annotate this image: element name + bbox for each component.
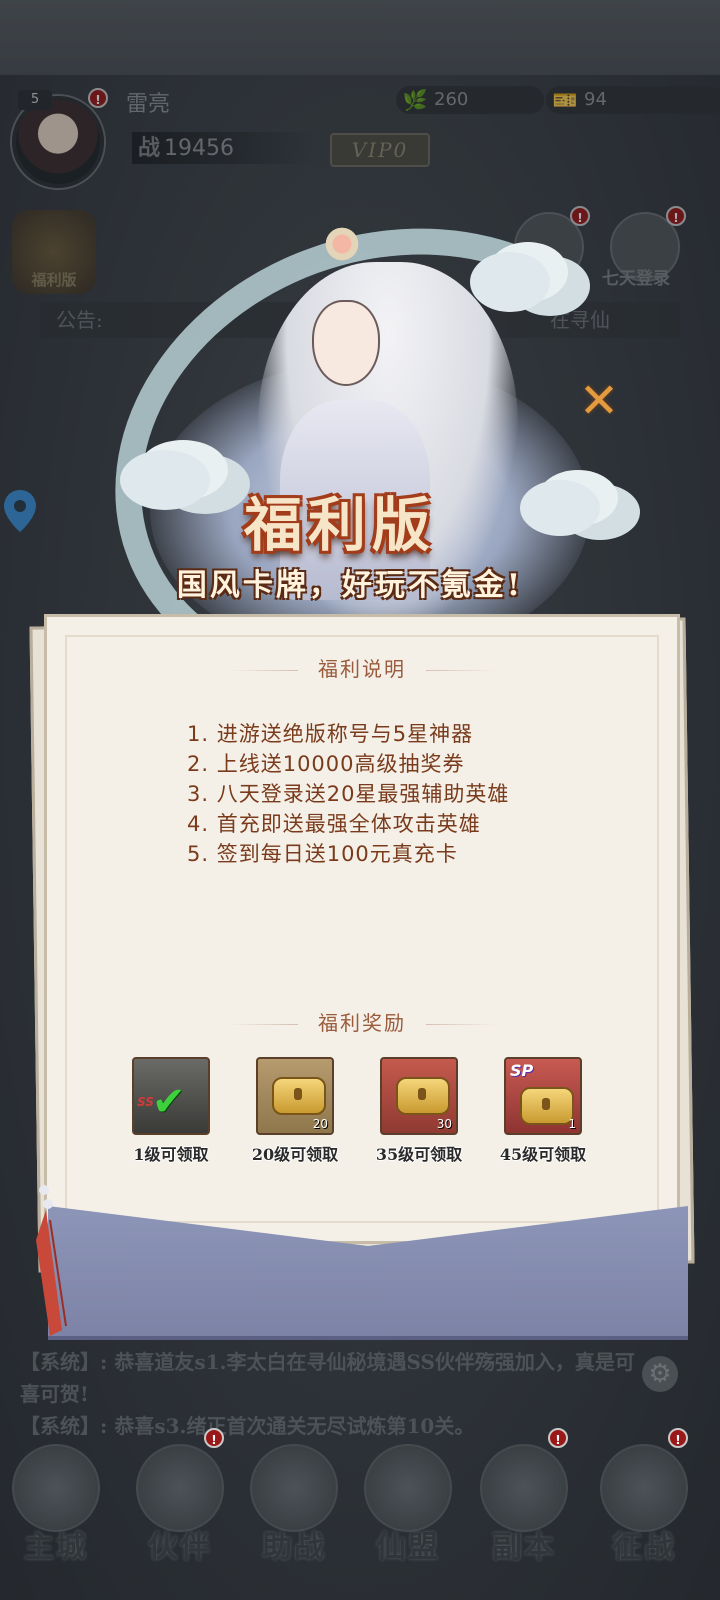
reward-box: 20 <box>256 1057 334 1135</box>
dungeon-icon <box>480 1444 568 1532</box>
reward-item-2[interactable]: 20 20级可领取 <box>235 1057 355 1165</box>
popup-subtitle: 国风卡牌，好玩不氪金! <box>176 568 524 603</box>
reward-count: 1 <box>568 1117 576 1131</box>
cloud-art-top <box>470 252 550 312</box>
reward-rank-tag: SP <box>510 1061 534 1080</box>
partners-alert-icon: ! <box>204 1428 224 1448</box>
cloud-art-left <box>120 450 210 510</box>
partners-icon <box>136 1444 224 1532</box>
gold-lock-icon <box>396 1077 450 1115</box>
campaign-alert-icon: ! <box>668 1428 688 1448</box>
campaign-icon <box>600 1444 688 1532</box>
nav-partners[interactable]: 伙伴 <box>126 1444 234 1574</box>
claimed-check-icon: ✔ <box>152 1079 186 1125</box>
character-hairpin-art <box>322 226 362 262</box>
reward-box: 30 <box>380 1057 458 1135</box>
character-face-art <box>312 300 380 386</box>
gold-lock-icon <box>272 1077 326 1115</box>
benefit-item: 5. 签到每日送100元真充卡 <box>187 842 458 866</box>
tassel-icon <box>36 1185 67 1336</box>
close-icon[interactable]: ✕ <box>574 376 624 426</box>
nav-label: 仙盟 <box>376 1530 440 1565</box>
nav-label: 征战 <box>612 1530 676 1565</box>
nav-label: 主城 <box>24 1530 88 1565</box>
main-city-icon <box>12 1444 100 1532</box>
reward-count: 30 <box>436 1117 452 1131</box>
benefit-item: 2. 上线送10000高级抽奖券 <box>187 752 465 776</box>
benefit-item: 4. 首充即送最强全体攻击英雄 <box>187 812 481 836</box>
popup-title: 福利版 <box>243 491 436 559</box>
rewards-title-text: 福利奖励 <box>318 1011 406 1035</box>
nav-label: 助战 <box>262 1530 326 1565</box>
system-chat: 【系统】: 恭喜道友s1.李太白在寻仙秘境遇SS伙伴殇强加入，真是可喜可贺! 【… <box>20 1346 640 1442</box>
welfare-panel: 福利说明 1. 进游送绝版称号与5星神器 2. 上线送10000高级抽奖券 3.… <box>44 614 680 1244</box>
reward-item-3[interactable]: 30 35级可领取 <box>359 1057 479 1165</box>
nav-label: 伙伴 <box>148 1530 212 1565</box>
nav-alliance[interactable]: 仙盟 <box>354 1444 462 1574</box>
reward-box: SP 1 <box>504 1057 582 1135</box>
gear-icon[interactable]: ⚙ <box>642 1356 678 1392</box>
description-title: 福利说明 <box>47 653 677 682</box>
nav-dungeon[interactable]: 副本 <box>470 1444 578 1574</box>
assist-icon <box>250 1444 338 1532</box>
reward-count: 20 <box>312 1117 328 1131</box>
reward-hero-card: SS ✔ <box>132 1057 210 1135</box>
reward-label: 35级可领取 <box>375 1145 463 1164</box>
reward-label: 20级可领取 <box>251 1145 339 1164</box>
chat-line: 【系统】: 恭喜道友s1.李太白在寻仙秘境遇SS伙伴殇强加入，真是可喜可贺! <box>20 1350 635 1406</box>
nav-main-city[interactable]: 主城 <box>2 1444 110 1574</box>
rewards-title: 福利奖励 <box>47 1007 677 1036</box>
chat-line: 【系统】: 恭喜s3.绪正首次通关无尽试炼第10关。 <box>20 1414 475 1438</box>
description-title-text: 福利说明 <box>318 657 406 681</box>
reward-item-4[interactable]: SP 1 45级可领取 <box>483 1057 603 1165</box>
benefit-list: 1. 进游送绝版称号与5星神器 2. 上线送10000高级抽奖券 3. 八天登录… <box>187 719 509 869</box>
nav-label: 副本 <box>492 1530 556 1565</box>
nav-campaign[interactable]: 征战 <box>590 1444 698 1574</box>
gold-lock-icon <box>520 1087 574 1125</box>
benefit-item: 1. 进游送绝版称号与5星神器 <box>187 722 474 746</box>
reward-label: 1级可领取 <box>133 1145 209 1164</box>
alliance-icon <box>364 1444 452 1532</box>
cloud-art-right <box>520 480 600 536</box>
reward-label: 45级可领取 <box>499 1145 587 1164</box>
dungeon-alert-icon: ! <box>548 1428 568 1448</box>
benefit-item: 3. 八天登录送20星最强辅助英雄 <box>187 782 510 806</box>
nav-assist[interactable]: 助战 <box>240 1444 348 1574</box>
reward-item-1[interactable]: SS ✔ 1级可领取 <box>111 1057 231 1165</box>
